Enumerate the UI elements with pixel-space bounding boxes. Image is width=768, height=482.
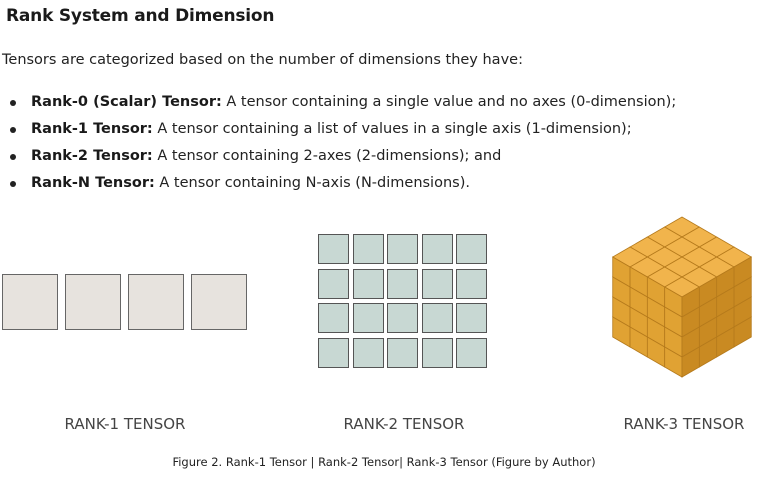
rank-list: Rank-0 (Scalar) Tensor: A tensor contain… [8,92,676,200]
rank2-cell [421,234,453,264]
rank2-cell [421,268,453,299]
list-item: Rank-2 Tensor: A tensor containing 2-axe… [8,146,676,173]
list-item-text: A tensor containing 2-axes (2-dimensions… [152,148,502,164]
rank2-cell [421,303,453,333]
rank2-cell [421,337,453,368]
rank2-cell [456,337,487,368]
rank2-cell [456,268,487,299]
list-item-text: A tensor containing a list of values in … [152,121,632,137]
intro-paragraph: Tensors are categorized based on the num… [2,52,523,68]
rank2-cell [387,337,418,368]
rank2-tensor-illustration [318,234,490,370]
rank2-cell [387,303,418,333]
bullet-icon [10,181,16,187]
rank1-label: RANK-1 TENSOR [64,415,186,433]
list-item-term: Rank-2 Tensor: [31,148,153,164]
list-item-text: A tensor containing N-axis (N-dimensions… [154,175,470,191]
rank1-cell [65,274,121,330]
rank3-tensor-illustration [611,216,753,378]
section-heading: Rank System and Dimension [6,6,275,26]
list-item: Rank-0 (Scalar) Tensor: A tensor contain… [8,92,676,119]
figure-caption: Figure 2. Rank-1 Tensor | Rank-2 Tensor|… [172,455,596,469]
rank2-cell [352,234,384,264]
list-item-term: Rank-0 (Scalar) Tensor: [31,94,222,110]
rank1-cell [191,274,247,330]
rank2-cell [318,303,349,333]
rank2-cell [318,337,349,368]
list-item-text: A tensor containing a single value and n… [221,94,677,110]
bullet-icon [10,100,16,106]
rank2-cell [456,234,487,264]
rank2-cell [318,268,349,299]
rank2-cell [387,234,418,264]
rank1-tensor-illustration [0,274,248,330]
list-item-term: Rank-1 Tensor: [31,121,153,137]
rank1-cell [2,274,58,330]
list-item-term: Rank-N Tensor: [31,175,155,191]
rank2-cell [352,303,384,333]
rank2-cell [456,303,487,333]
bullet-icon [10,127,16,133]
rank2-cell [318,234,349,264]
rank1-cell [128,274,184,330]
rank2-cell [387,268,418,299]
rank2-cell [352,337,384,368]
rank3-label: RANK-3 TENSOR [623,415,745,433]
bullet-icon [10,154,16,160]
rank2-label: RANK-2 TENSOR [343,415,465,433]
list-item: Rank-1 Tensor: A tensor containing a lis… [8,119,676,146]
list-item: Rank-N Tensor: A tensor containing N-axi… [8,173,676,200]
rank2-cell [352,268,384,299]
